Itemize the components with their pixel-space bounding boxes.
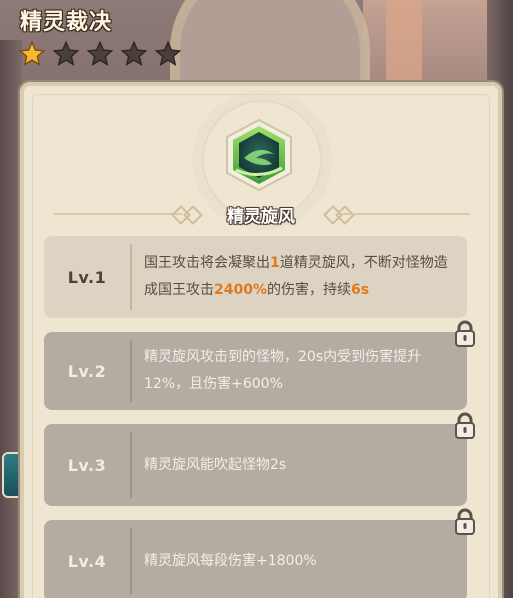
background-banner (386, 0, 422, 80)
level-label: Lv.2 (67, 361, 107, 381)
level-separator (130, 340, 132, 402)
level-separator (130, 528, 132, 594)
star-icon-empty (52, 40, 80, 66)
green-whirlwind-crystal-icon[interactable] (222, 118, 296, 192)
description-text: 国王攻击将会凝聚出 (144, 255, 270, 271)
lock-icon (455, 412, 475, 439)
star-icon-empty (154, 40, 182, 66)
level-description: 精灵旋风能吹起怪物2s (144, 456, 287, 473)
level-description: 精灵旋风每段伤害+1800% (144, 552, 317, 569)
level-description: 精灵旋风攻击到的怪物，20s内受到伤害提升12%，且伤害+600% (144, 349, 422, 392)
star-icon-empty (86, 40, 114, 66)
level-separator (130, 244, 132, 310)
highlight-value: 1 (270, 255, 280, 271)
background-pillar-left (0, 40, 22, 598)
star-icon-empty (120, 40, 148, 66)
highlight-value: 6s (351, 282, 370, 298)
lock-icon (455, 508, 475, 535)
level-separator (130, 432, 132, 498)
level-row-3: Lv.3 精灵旋风能吹起怪物2s (44, 412, 475, 506)
star-icon-filled (18, 40, 46, 66)
level-label: Lv.4 (67, 551, 107, 571)
lock-icon (455, 320, 475, 347)
level-row-2: Lv.2 精灵旋风攻击到的怪物，20s内受到伤害提升12%，且伤害+600% (44, 320, 475, 410)
star-rating (18, 40, 182, 68)
skill-name: 精灵旋风 (227, 207, 295, 227)
level-row-1: Lv.1 国王攻击将会凝聚出1道精灵旋风，不断对怪物造成国王攻击2400%的伤害… (44, 236, 467, 318)
level-label: Lv.3 (67, 455, 107, 475)
level-label: Lv.1 (67, 267, 107, 287)
level-row-4: Lv.4 精灵旋风每段伤害+1800% (44, 508, 475, 598)
skill-detail-screen: 精灵裁决 精灵旋风 Lv.1 国王攻击将会凝聚出1道精灵旋风，不断对怪物造成国王… (0, 0, 513, 598)
page-title: 精灵裁决 (20, 10, 113, 35)
description-text: 的伤害，持续 (267, 282, 351, 298)
highlight-value: 2400% (214, 282, 267, 298)
skill-panel: 精灵旋风 Lv.1 国王攻击将会凝聚出1道精灵旋风，不断对怪物造成国王攻击240… (20, 82, 502, 598)
level-description: 国王攻击将会凝聚出1道精灵旋风，不断对怪物造成国王攻击2400%的伤害，持续6s (144, 236, 455, 318)
